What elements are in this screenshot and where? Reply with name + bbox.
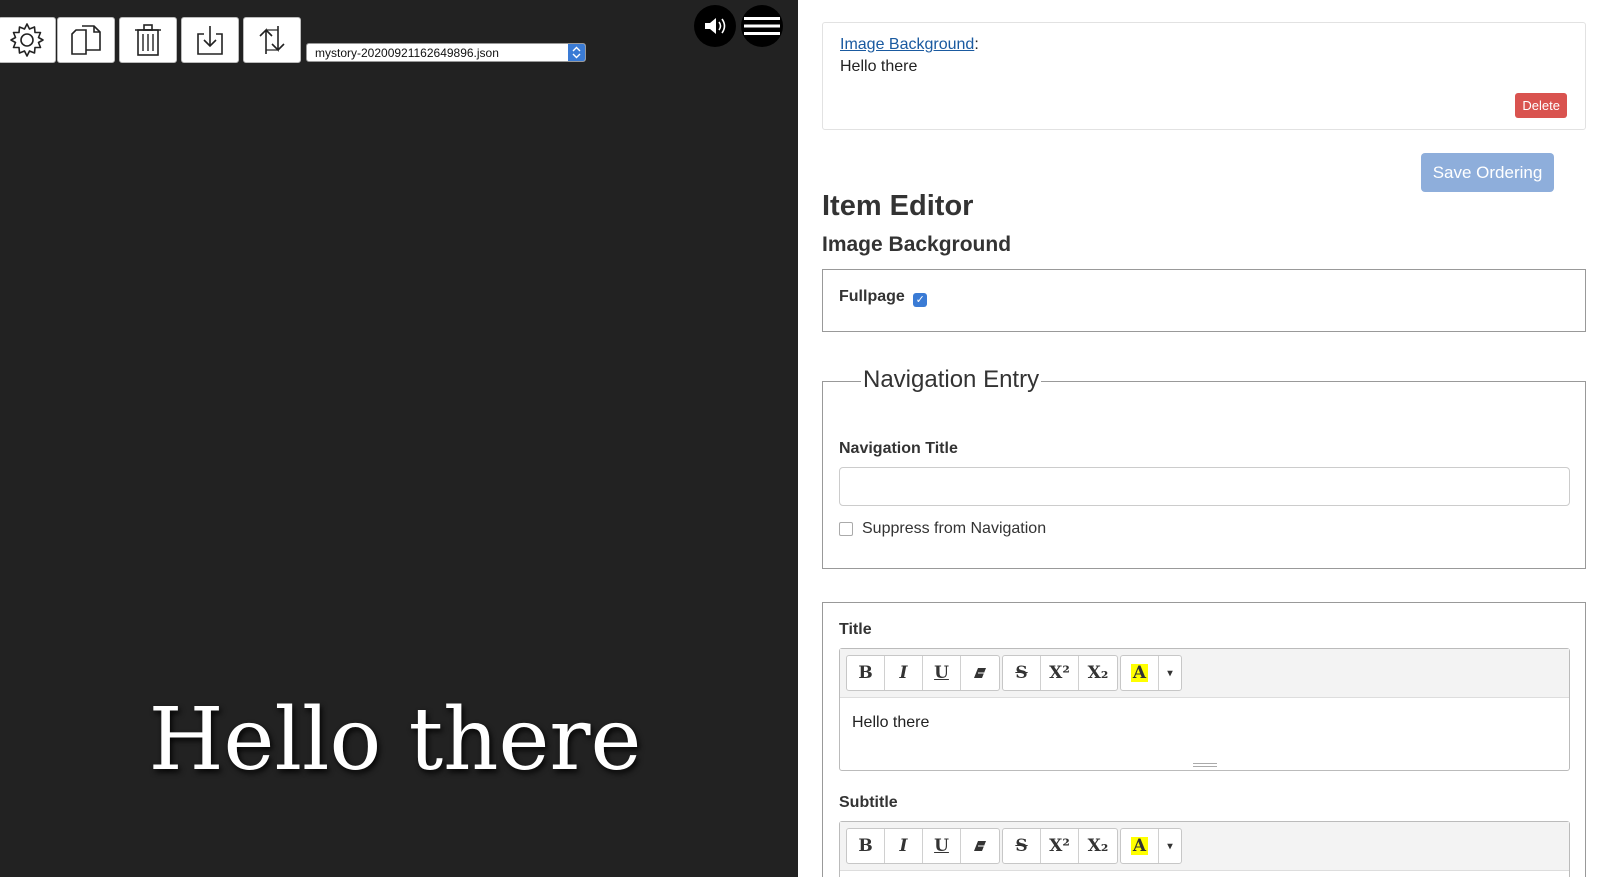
title-editor-content[interactable]: Hello there xyxy=(840,698,1569,748)
item-editor-panel: Image Background: Hello there Delete Sav… xyxy=(798,0,1600,877)
highlight-color-button[interactable]: A xyxy=(1121,656,1159,690)
script-button-group: S X² X₂ xyxy=(1002,828,1118,864)
delete-story-button[interactable] xyxy=(119,17,177,63)
resize-handle[interactable] xyxy=(1193,763,1217,767)
superscript-button[interactable]: X² xyxy=(1041,829,1079,863)
subtitle-editor-content[interactable] xyxy=(840,871,1569,877)
story-item-link[interactable]: Image Background xyxy=(840,36,974,53)
navigation-entry-legend: Navigation Entry xyxy=(861,366,1042,394)
item-editor-heading: Item Editor xyxy=(822,190,974,222)
menu-button[interactable] xyxy=(741,5,783,47)
speaker-icon xyxy=(705,18,726,34)
download-icon xyxy=(197,26,223,55)
color-button-group: A ▾ xyxy=(1120,828,1182,864)
suppress-navigation-label: Suppress from Navigation xyxy=(862,520,1047,537)
fullpage-fieldset: Fullpage ✓ xyxy=(822,269,1586,332)
select-arrows-icon xyxy=(568,44,585,61)
content-fieldset: Title B I U S X² X₂ A ▾ Hello there Subt… xyxy=(822,602,1586,877)
subscript-button[interactable]: X₂ xyxy=(1079,829,1117,863)
color-dropdown-button[interactable]: ▾ xyxy=(1159,656,1181,690)
color-button-group: A ▾ xyxy=(1120,655,1182,691)
suppress-navigation-option[interactable]: Suppress from Navigation xyxy=(839,520,1046,538)
script-button-group: S X² X₂ xyxy=(1002,655,1118,691)
trash-icon xyxy=(135,24,161,56)
gear-icon xyxy=(10,23,44,57)
subtitle-rich-text-editor: B I U S X² X₂ A ▾ xyxy=(839,821,1570,877)
save-ordering-button[interactable]: Save Ordering xyxy=(1421,153,1554,192)
navigation-entry-fieldset: Navigation Entry Navigation Title Suppre… xyxy=(822,366,1586,569)
suppress-navigation-checkbox[interactable] xyxy=(839,522,853,536)
copy-icon xyxy=(71,25,101,55)
superscript-button[interactable]: X² xyxy=(1041,656,1079,690)
bold-button[interactable]: B xyxy=(847,829,885,863)
highlight-letter: A xyxy=(1130,836,1149,856)
hamburger-menu-icon xyxy=(744,17,780,35)
copy-button[interactable] xyxy=(57,17,115,63)
underline-button[interactable]: U xyxy=(923,656,961,690)
strikethrough-button[interactable]: S xyxy=(1003,829,1041,863)
color-dropdown-button[interactable]: ▾ xyxy=(1159,829,1181,863)
fullpage-label: Fullpage xyxy=(839,288,905,305)
navigation-title-label: Navigation Title xyxy=(839,440,958,457)
eraser-icon xyxy=(974,668,986,678)
title-label: Title xyxy=(839,621,872,638)
story-item-card: Image Background: Hello there Delete xyxy=(822,22,1586,130)
subscript-button[interactable]: X₂ xyxy=(1079,656,1117,690)
highlight-letter: A xyxy=(1130,663,1149,683)
sync-button[interactable] xyxy=(243,17,301,63)
rich-text-toolbar: B I U S X² X₂ A ▾ xyxy=(840,822,1569,871)
highlight-color-button[interactable]: A xyxy=(1121,829,1159,863)
audio-toggle-button[interactable] xyxy=(694,5,736,47)
underline-button[interactable]: U xyxy=(923,829,961,863)
eraser-icon xyxy=(974,841,986,851)
story-preview: mystory-20200921162649896.json Hello the… xyxy=(0,0,798,877)
rich-text-toolbar: B I U S X² X₂ A ▾ xyxy=(840,649,1569,698)
story-item-text: Hello there xyxy=(840,58,918,75)
story-item-separator: : xyxy=(974,36,979,53)
title-rich-text-editor: B I U S X² X₂ A ▾ Hello there xyxy=(839,648,1570,771)
navigation-title-input[interactable] xyxy=(839,467,1570,506)
sync-icon xyxy=(259,26,285,54)
delete-item-button[interactable]: Delete xyxy=(1515,93,1567,118)
italic-button[interactable]: I xyxy=(885,656,923,690)
story-file-select-value: mystory-20200921162649896.json xyxy=(315,46,499,60)
story-file-select[interactable]: mystory-20200921162649896.json xyxy=(306,43,586,62)
settings-button[interactable] xyxy=(0,17,56,63)
fullpage-checkbox[interactable]: ✓ xyxy=(913,293,928,307)
format-button-group: B I U xyxy=(846,828,1000,864)
download-button[interactable] xyxy=(181,17,239,63)
italic-button[interactable]: I xyxy=(885,829,923,863)
preview-hero-text: Hello there xyxy=(148,690,642,790)
bold-button[interactable]: B xyxy=(847,656,885,690)
item-type-heading: Image Background xyxy=(822,233,1012,256)
subtitle-label: Subtitle xyxy=(839,794,898,811)
clear-format-button[interactable] xyxy=(961,656,999,690)
format-button-group: B I U xyxy=(846,655,1000,691)
clear-format-button[interactable] xyxy=(961,829,999,863)
strikethrough-button[interactable]: S xyxy=(1003,656,1041,690)
